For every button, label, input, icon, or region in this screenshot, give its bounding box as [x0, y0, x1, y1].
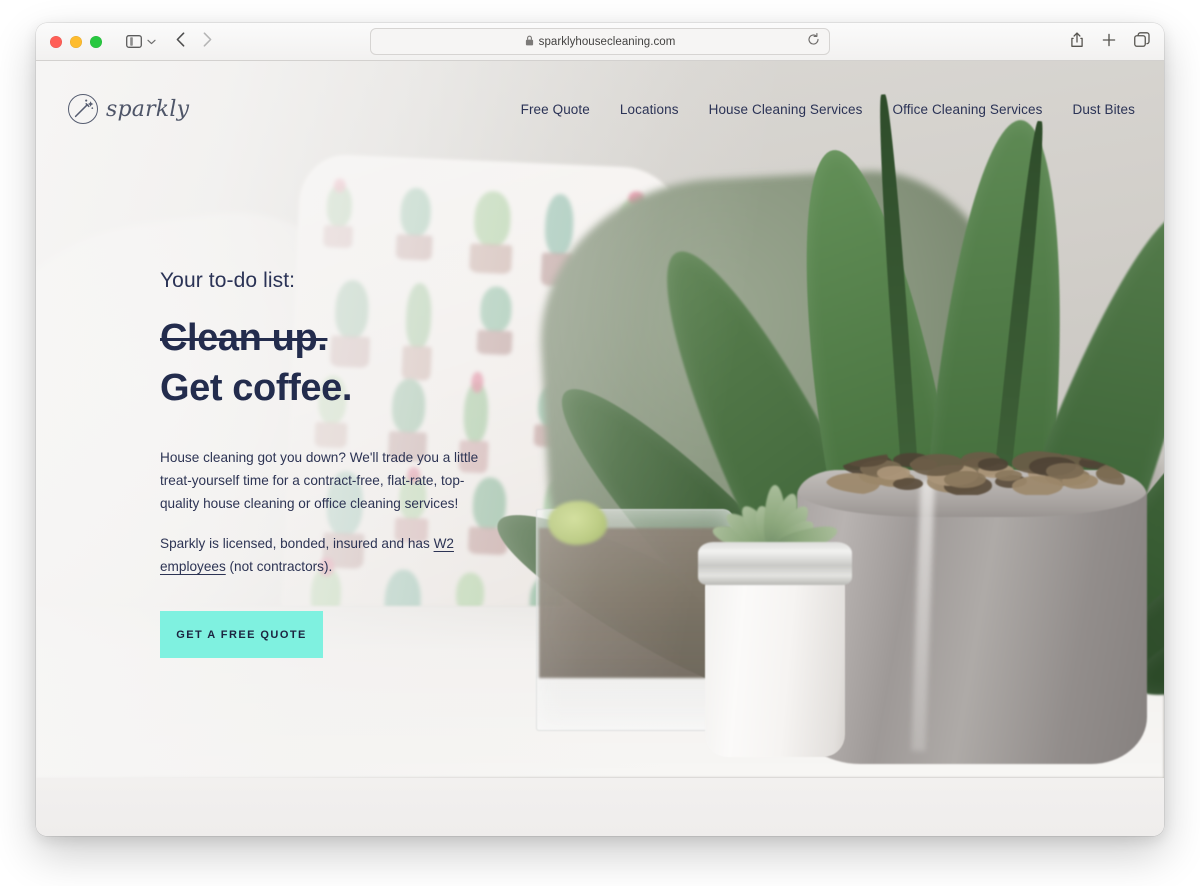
get-a-free-quote-button[interactable]: GET A FREE QUOTE — [160, 611, 323, 659]
reload-icon[interactable] — [807, 32, 820, 51]
window-controls — [50, 35, 102, 48]
web-page: sparkly Free Quote Locations House Clean… — [36, 61, 1164, 836]
magic-wand-icon — [68, 94, 98, 124]
browser-window: sparklyhousecleaning.com sparkly Free Qu… — [36, 23, 1164, 836]
site-logo[interactable]: sparkly — [68, 94, 189, 124]
address-bar-field[interactable]: sparklyhousecleaning.com — [370, 28, 830, 55]
site-navigation: Free Quote Locations House Cleaning Serv… — [521, 102, 1135, 117]
nav-item-office-cleaning-services[interactable]: Office Cleaning Services — [892, 102, 1042, 117]
forward-button[interactable] — [203, 31, 212, 52]
nav-item-house-cleaning-services[interactable]: House Cleaning Services — [709, 102, 863, 117]
tabs-icon[interactable] — [1134, 32, 1150, 52]
plus-icon[interactable] — [1102, 33, 1116, 52]
maximize-window-button[interactable] — [90, 35, 102, 48]
site-logo-wordmark: sparkly — [106, 96, 190, 122]
address-bar[interactable]: sparklyhousecleaning.com — [370, 28, 830, 55]
nav-item-free-quote[interactable]: Free Quote — [521, 102, 590, 117]
minimize-window-button[interactable] — [70, 35, 82, 48]
lock-icon — [525, 33, 534, 51]
chevron-down-icon[interactable] — [147, 39, 156, 45]
hero-content: Your to-do list: Clean up. Get coffee. H… — [160, 269, 560, 659]
nav-item-dust-bites[interactable]: Dust Bites — [1072, 102, 1135, 117]
sidebar-toggle-button[interactable] — [126, 35, 156, 48]
hero-section: sparkly Free Quote Locations House Clean… — [36, 61, 1164, 778]
nav-item-locations[interactable]: Locations — [620, 102, 679, 117]
hero-eyebrow: Your to-do list: — [160, 269, 296, 292]
browser-toolbar: sparklyhousecleaning.com — [36, 23, 1164, 61]
hero-paragraph-2-after: (not contractors). — [225, 558, 333, 574]
site-header: sparkly Free Quote Locations House Clean… — [36, 61, 1164, 157]
hero-headline-main: Get coffee. — [160, 367, 352, 410]
navigation-arrows — [176, 31, 212, 52]
hero-headline-struck: Clean up. — [160, 317, 328, 359]
back-button[interactable] — [176, 31, 185, 52]
toolbar-actions — [1070, 23, 1150, 61]
below-fold-section — [36, 778, 1164, 836]
share-icon[interactable] — [1070, 31, 1084, 53]
hero-paragraph-1: House cleaning got you down? We'll trade… — [160, 450, 479, 511]
close-window-button[interactable] — [50, 35, 62, 48]
address-bar-url: sparklyhousecleaning.com — [538, 35, 676, 48]
sidebar-icon — [126, 35, 142, 48]
hero-paragraph-2: Sparkly is licensed, bonded, insured and… — [160, 533, 495, 579]
hero-paragraph-2-before: Sparkly is licensed, bonded, insured and… — [160, 535, 434, 551]
